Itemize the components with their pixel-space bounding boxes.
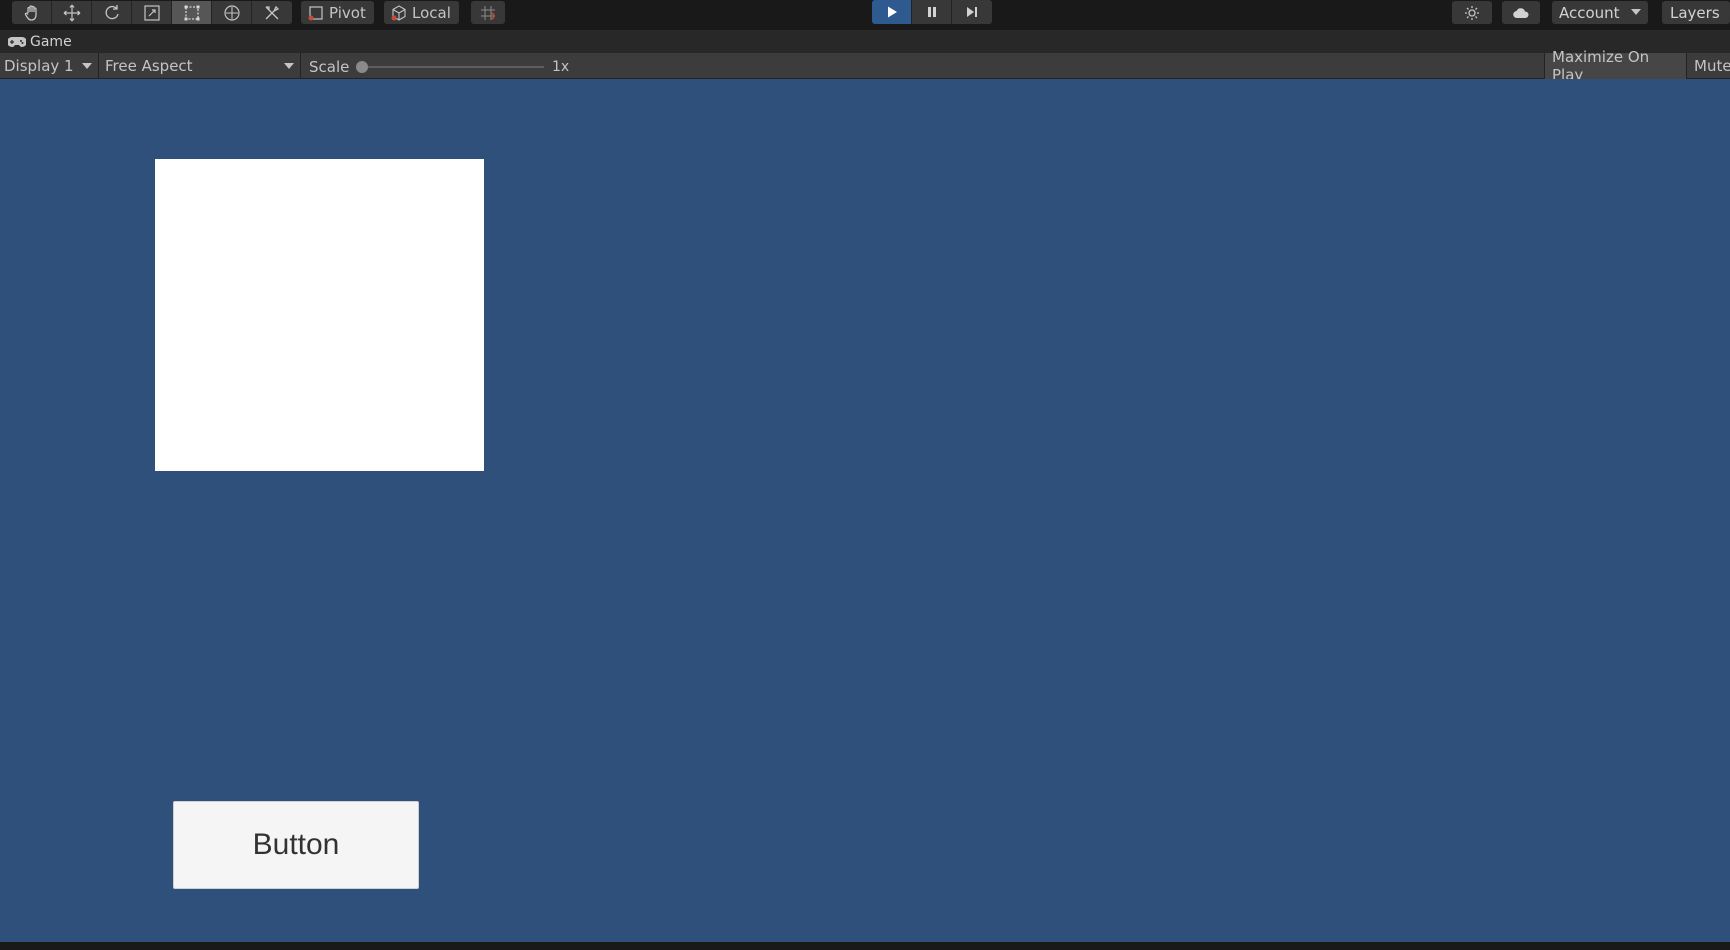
play-button[interactable] [872,0,912,24]
custom-tool-icon [265,5,280,19]
account-label: Account [1559,3,1620,22]
chevron-down-icon [1631,9,1641,15]
grid-snap-icon [481,5,495,20]
unity-editor: Pivot Local Account Layers Game Display … [0,0,1730,950]
pause-icon [927,7,936,17]
move-tool-button[interactable] [52,1,92,24]
display-dropdown[interactable]: Display 1 [0,54,98,78]
layers-label: Layers [1670,3,1720,22]
rect-transform-icon [184,5,199,20]
custom-tool-button[interactable] [252,1,292,24]
ui-image-panel [155,159,484,471]
bottom-strip [0,942,1730,950]
scale-label: Scale [309,58,350,76]
layers-dropdown[interactable]: Layers [1662,1,1730,24]
cloud-button[interactable] [1502,1,1540,24]
maximize-on-play-toggle[interactable]: Maximize On Play [1544,48,1686,84]
divider [300,53,301,79]
transform-tool-button[interactable] [212,1,252,24]
pivot-toggle[interactable]: Pivot [301,1,374,24]
mute-toggle[interactable]: Mute [1686,53,1730,79]
hand-tool-button[interactable] [12,1,52,24]
cloud-icon [1513,7,1529,18]
local-toggle[interactable]: Local [384,1,459,24]
game-view-toolbar: Display 1 Free Aspect Scale 1x Maximize … [0,48,1730,84]
hand-icon [24,4,37,21]
scale-tool-button[interactable] [132,1,172,24]
step-button[interactable] [952,0,992,24]
ui-button[interactable]: Button [173,801,419,889]
grid-snap-toggle[interactable] [471,1,505,24]
pivot-icon [308,5,323,20]
rect-transform-tool-button[interactable] [172,1,212,24]
scale-slider-thumb[interactable] [356,61,368,73]
display-value: Display 1 [4,57,74,75]
chevron-down-icon [284,63,294,69]
tab-game[interactable]: Game [8,32,72,52]
aspect-dropdown[interactable]: Free Aspect [99,54,300,78]
ui-button-label: Button [252,828,340,861]
transform-tools [12,1,292,24]
game-viewport[interactable]: Button [0,79,1730,942]
services-icon [1465,5,1479,20]
gamepad-icon [8,37,26,47]
scale-slider[interactable] [362,66,544,68]
move-icon [63,4,80,21]
game-tab-bar: Game [0,30,1730,53]
scale-icon [143,4,160,21]
playmode-controls [872,0,992,24]
services-button[interactable] [1452,1,1492,24]
cube-icon [391,4,406,21]
rotate-tool-button[interactable] [92,1,132,24]
tab-game-label: Game [30,34,72,50]
scale-value: 1x [552,59,570,75]
play-icon [887,6,897,18]
pivot-label: Pivot [329,3,366,22]
transform-icon [223,4,240,21]
chevron-down-icon [82,63,92,69]
step-icon [967,7,977,17]
local-label: Local [412,3,451,22]
main-toolbar: Pivot Local Account Layers [0,0,1730,30]
account-dropdown[interactable]: Account [1552,1,1648,24]
pause-button[interactable] [912,0,952,24]
mute-label: Mute [1694,57,1730,75]
rotate-icon [105,4,119,19]
aspect-value: Free Aspect [105,57,193,75]
